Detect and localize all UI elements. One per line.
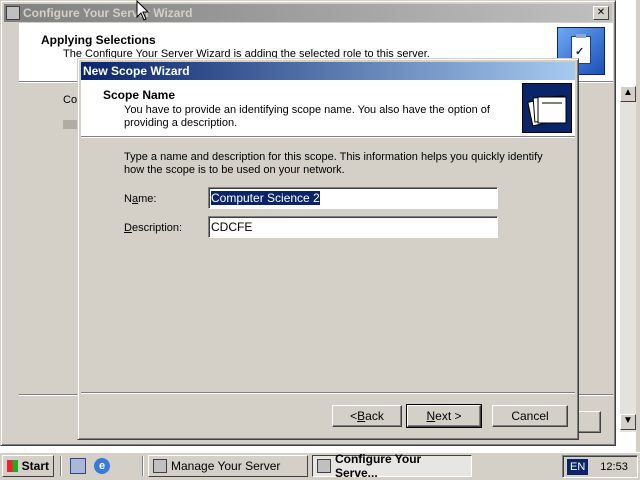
mouse-cursor-icon — [136, 0, 150, 22]
windows-flag-icon — [7, 460, 18, 472]
new-scope-wizard-dialog: New Scope Wizard Scope Name You have to … — [77, 58, 579, 440]
name-label: Name: — [124, 193, 157, 205]
clock[interactable]: 12:53 — [600, 461, 628, 473]
background-window-title: Configure Your Server Wizard — [23, 6, 193, 20]
background-close-button[interactable]: ✕ — [593, 6, 609, 20]
behind-scrollbar[interactable]: ▲ ▼ — [620, 86, 636, 432]
server-icon — [153, 459, 167, 473]
dialog-header-desc: You have to provide an identifying scope… — [124, 104, 490, 129]
taskbar-item-configure-server[interactable]: Configure Your Serve... — [312, 452, 472, 480]
dialog-titlebar[interactable]: New Scope Wizard — [81, 62, 575, 80]
background-titlebar: Configure Your Server Wizard — [4, 4, 612, 22]
next-button[interactable]: Next > — [406, 404, 482, 428]
back-button[interactable]: < Back — [332, 405, 402, 427]
start-button[interactable]: Start — [2, 455, 54, 477]
description-label: Description: — [124, 222, 183, 234]
cancel-button[interactable]: Cancel — [492, 405, 568, 427]
description-field-value: CDCFE — [211, 220, 253, 234]
scroll-down-button[interactable]: ▼ — [620, 414, 636, 430]
server-icon — [317, 459, 331, 473]
taskbar-item-manage-server[interactable]: Manage Your Server — [148, 455, 308, 477]
description-field[interactable]: CDCFE — [208, 216, 498, 238]
background-header-title: Applying Selections — [41, 33, 156, 47]
ie-icon[interactable]: e — [94, 458, 110, 474]
quick-launch-server-icon[interactable] — [70, 458, 86, 474]
name-field-value: Computer Science 2 — [211, 191, 320, 205]
language-indicator[interactable]: EN — [567, 458, 589, 475]
server-icon — [6, 6, 20, 20]
system-tray: EN 12:53 — [562, 455, 638, 478]
folders-icon — [522, 83, 572, 133]
scroll-up-button[interactable]: ▲ — [620, 86, 636, 102]
dialog-title: New Scope Wizard — [83, 64, 190, 78]
dialog-header-title: Scope Name — [103, 88, 176, 102]
dialog-instructions: Type a name and description for this sco… — [124, 151, 543, 176]
dialog-header: Scope Name You have to provide an identi… — [81, 80, 575, 136]
name-field[interactable]: Computer Science 2 — [208, 187, 498, 209]
taskbar: Start e Manage Your Server Configure You… — [0, 452, 640, 480]
